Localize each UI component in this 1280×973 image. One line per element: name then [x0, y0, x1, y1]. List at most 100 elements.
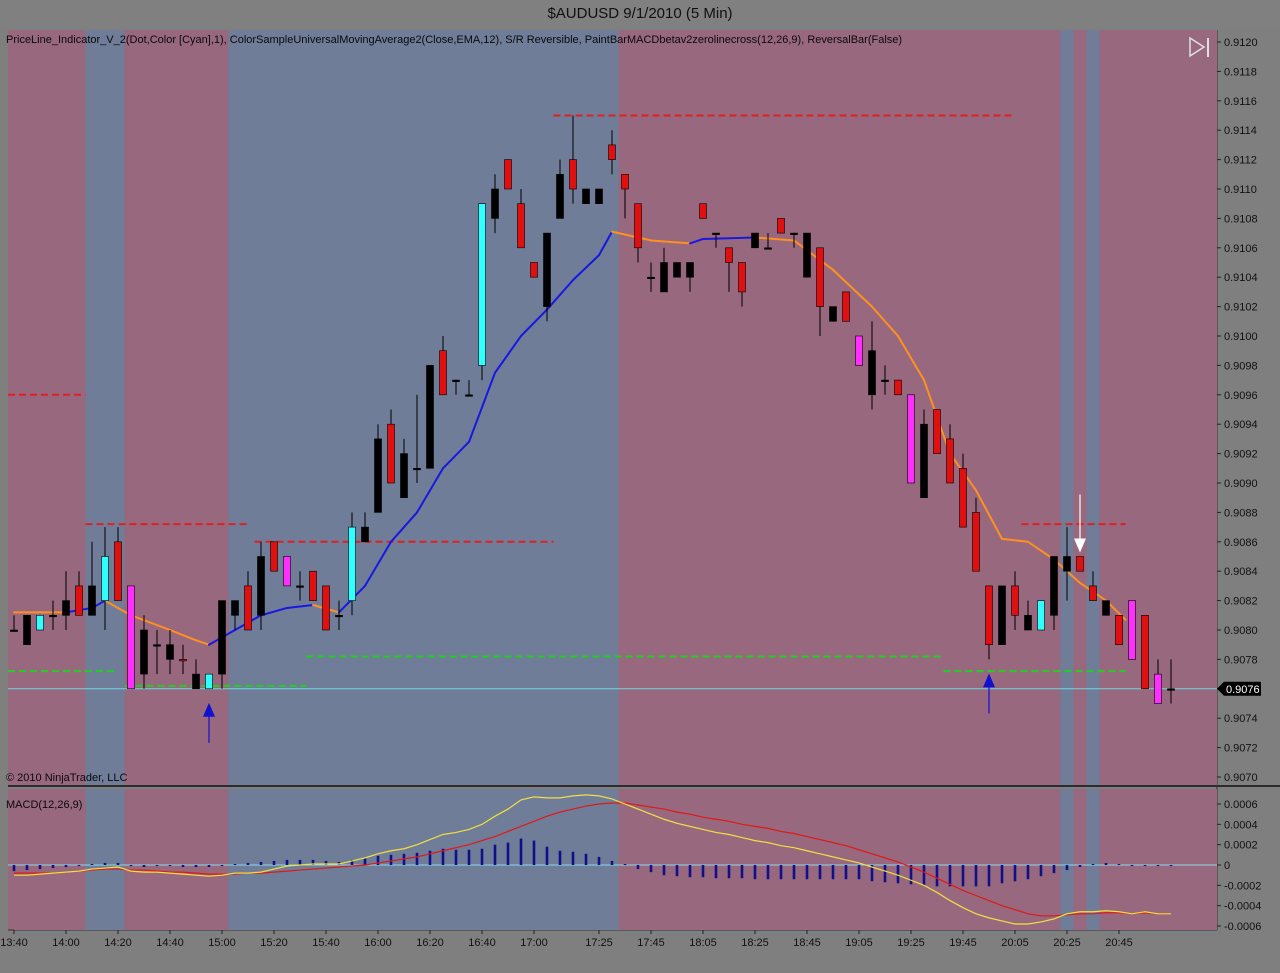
macd-histogram-bar	[649, 865, 653, 873]
price-tick-label: 0.9090	[1224, 478, 1258, 490]
macd-tick-label: 0.0002	[1224, 840, 1258, 852]
candle-body	[374, 438, 382, 513]
macd-histogram-bar	[1052, 865, 1056, 874]
macd-histogram-bar	[454, 849, 458, 865]
candle-body	[816, 247, 824, 307]
candle-body	[101, 556, 109, 601]
last-price-tag: 0.9076	[1217, 681, 1261, 696]
candle-body	[114, 541, 122, 601]
price-tick-label: 0.9088	[1224, 507, 1258, 519]
candle-body	[1115, 614, 1123, 645]
macd-histogram-bar	[584, 853, 588, 865]
candle-body	[452, 379, 460, 382]
play-button[interactable]	[1186, 36, 1212, 58]
macd-histogram-bar	[1169, 865, 1173, 867]
candle-body	[413, 467, 421, 471]
time-tick-label: 15:00	[208, 937, 236, 949]
candle-body	[569, 159, 577, 190]
macd-histogram-bar	[506, 842, 510, 865]
candle-body	[1154, 673, 1162, 704]
time-tick-label: 16:40	[468, 937, 496, 949]
candle-body	[1076, 556, 1084, 572]
candle-body	[387, 423, 395, 484]
price-tick-label: 0.9086	[1224, 537, 1258, 549]
price-tick-label: 0.9078	[1224, 654, 1258, 666]
candle-body	[478, 203, 486, 366]
price-tick-label: 0.9070	[1224, 772, 1258, 784]
macd-histogram-bar	[25, 865, 29, 871]
macd-histogram-bar	[922, 865, 926, 886]
candle-body	[530, 262, 538, 278]
macd-tick-label: -0.0006	[1224, 921, 1261, 933]
macd-histogram-bar	[207, 865, 211, 868]
macd-histogram-bar	[168, 865, 172, 867]
macd-histogram-bar	[220, 865, 224, 867]
candle-body	[803, 232, 811, 278]
candle-body	[283, 556, 291, 587]
macd-histogram-bar	[1091, 863, 1095, 865]
candle-body	[621, 174, 629, 190]
macd-histogram-bar	[77, 865, 81, 867]
candle-body	[140, 629, 148, 675]
macd-histogram-bar	[298, 859, 302, 865]
time-tick-label: 18:25	[741, 937, 769, 949]
candle-body	[673, 262, 681, 278]
candle-body	[166, 644, 174, 660]
macd-histogram-bar	[675, 865, 679, 877]
candle-body	[738, 262, 746, 293]
macd-histogram-bar	[1104, 862, 1108, 865]
candle-body	[1011, 585, 1019, 616]
candle-body	[790, 232, 798, 235]
price-tick-label: 0.9098	[1224, 360, 1258, 372]
time-tick-label: 20:25	[1053, 937, 1081, 949]
price-tick-label: 0.9112	[1224, 155, 1257, 167]
time-tick-label: 16:00	[364, 937, 392, 949]
price-tick-label: 0.9114	[1224, 125, 1257, 137]
candle-body	[868, 350, 876, 396]
time-tick-label: 17:25	[585, 937, 613, 949]
candle-body	[686, 262, 694, 278]
macd-zone-bull	[1086, 789, 1100, 930]
candle-body	[920, 423, 928, 499]
candle-body	[712, 232, 720, 235]
candle-body	[257, 556, 265, 616]
macd-histogram-bar	[480, 848, 484, 865]
candle-body	[1089, 585, 1097, 601]
candle-body	[608, 144, 616, 160]
copyright-text: © 2010 NinjaTrader, LLC	[6, 772, 127, 784]
candle-body	[881, 379, 889, 382]
candle-body	[1167, 688, 1175, 691]
macd-histogram-bar	[701, 865, 705, 878]
candle-body	[426, 365, 434, 469]
macd-histogram-bar	[1000, 865, 1004, 884]
time-tick-label: 17:00	[520, 937, 548, 949]
macd-histogram-bar	[961, 865, 965, 887]
macd-histogram-bar	[1117, 863, 1121, 865]
price-tick-label: 0.9100	[1224, 331, 1258, 343]
candle-body	[270, 541, 278, 572]
macd-histogram-bar	[571, 851, 575, 865]
price-tick-label: 0.9110	[1224, 184, 1257, 196]
macd-tick-label: -0.0004	[1224, 901, 1261, 913]
candle-body	[465, 394, 473, 397]
candle-body	[322, 585, 330, 631]
candle-body	[699, 203, 707, 219]
macd-zone-bull	[85, 789, 125, 930]
macd-histogram-bar	[142, 865, 146, 868]
macd-histogram-bar	[415, 852, 419, 865]
macd-histogram-bar	[51, 865, 55, 869]
price-tick-label: 0.9108	[1224, 213, 1258, 225]
candle-body	[153, 644, 161, 647]
macd-histogram-bar	[1078, 865, 1082, 868]
candle-body	[88, 585, 96, 616]
macd-histogram-bar	[792, 865, 796, 880]
candle-body	[218, 600, 226, 675]
candle-body	[127, 585, 135, 690]
macd-histogram-bar	[740, 865, 744, 879]
price-tick-label: 0.9084	[1224, 566, 1258, 578]
macd-histogram-bar	[727, 865, 731, 879]
price-tick-label: 0.9092	[1224, 449, 1258, 461]
time-tick-label: 20:45	[1105, 937, 1133, 949]
time-tick-label: 20:05	[1001, 937, 1029, 949]
macd-zone-bear	[124, 789, 229, 930]
